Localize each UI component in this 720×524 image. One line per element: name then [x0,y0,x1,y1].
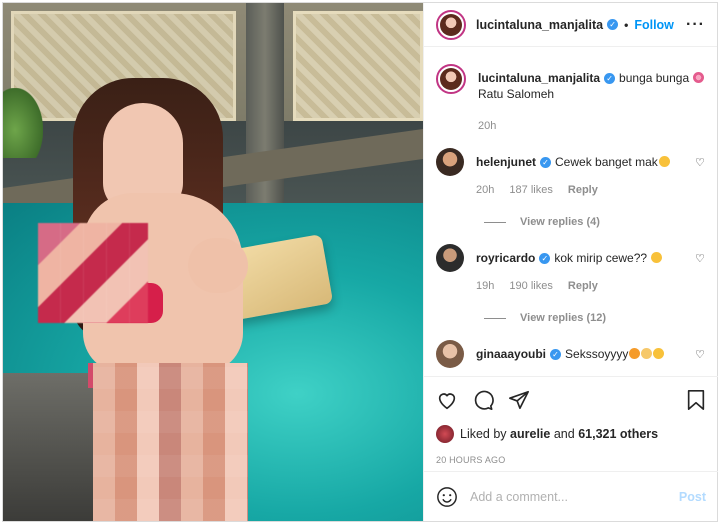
post-header: lucintaluna_manjalita ✓ • Follow ··· [424,3,717,47]
verified-badge-icon: ✓ [550,349,562,360]
like-comment-heart-icon[interactable]: ♡ [695,156,706,169]
comment-item: royricardo ✓ kok mirip cewe?? 19h 190 like… [436,244,706,294]
caption-text-line2: Ratu Salomeh [478,87,555,101]
commenter-avatar[interactable] [436,340,464,368]
comment-username[interactable]: helenjunet [476,155,536,169]
heart-eyes-emoji-icon [658,156,670,167]
caption-avatar[interactable] [436,64,466,94]
comment-input[interactable]: Add a comment... [470,490,679,504]
commenter-avatar[interactable] [436,244,464,272]
add-comment-bar: Add a comment... Post [424,471,718,521]
more-options-icon[interactable]: ··· [686,16,705,34]
pixelated-censor-bottom [93,363,248,521]
post-photo[interactable] [3,3,423,521]
instagram-post-modal: lucintaluna_manjalita ✓ • Follow ··· luc… [2,2,718,522]
pixelated-censor-top [38,223,148,323]
view-replies-button[interactable]: View replies (12) [484,312,706,324]
follow-button[interactable]: Follow [634,18,674,32]
share-paper-plane-icon[interactable] [508,389,530,411]
caption-username[interactable]: lucintaluna_manjalita [478,71,600,85]
save-bookmark-icon[interactable] [686,389,706,411]
commenter-avatar[interactable] [436,148,464,176]
caption-time: 20h [478,120,497,132]
comment-bubble-icon[interactable] [472,389,494,411]
photo-plant [3,88,43,158]
like-heart-icon[interactable] [436,389,458,411]
comment-item: ginaaayoubi ✓ Sekssoyyyy ♡ [436,340,706,368]
comment-time: 20h [476,184,495,196]
comment-likes[interactable]: 190 likes [509,280,552,292]
reply-button[interactable]: Reply [568,184,598,196]
separator-dot: • [624,17,629,32]
liker-username[interactable]: aurelie [510,427,550,441]
post-sidebar: lucintaluna_manjalita ✓ • Follow ··· luc… [423,3,718,521]
comment-text: Cewek banget mak [555,155,658,169]
comment-username[interactable]: royricardo [476,251,535,265]
liker-avatar[interactable] [436,425,454,443]
likes-and: and [553,427,575,441]
author-avatar[interactable] [436,9,466,40]
likes-summary: Liked by aurelie and 61,321 others [436,425,706,443]
photo-arm [188,238,248,293]
verified-badge-icon: ✓ [539,253,551,264]
comment-time: 19h [476,280,495,292]
verified-badge-icon: ✓ [604,73,616,84]
like-comment-heart-icon[interactable]: ♡ [695,252,706,265]
post-timestamp[interactable]: 20 HOURS AGO [436,455,706,465]
surprised-emoji-icon [651,252,663,263]
likes-count[interactable]: 61,321 others [578,427,658,441]
verified-badge-icon: ✓ [540,157,552,168]
emoji-picker-icon[interactable] [436,486,458,508]
caption-text: bunga bunga [619,71,690,85]
view-replies-button[interactable]: View replies (4) [484,216,706,228]
likes-prefix: Liked by [460,427,507,441]
comment-username[interactable]: ginaaayoubi [476,347,546,361]
author-username[interactable]: lucintaluna_manjalita [476,18,603,32]
comment-text: kok mirip cewe?? [554,251,648,265]
flower-emoji-icon [693,72,705,83]
post-actions: Liked by aurelie and 61,321 others 20 HO… [424,376,718,465]
action-icons [436,387,706,413]
post-comment-button[interactable]: Post [679,490,706,504]
comment-likes[interactable]: 187 likes [509,184,552,196]
photo-carved-panel-right [293,11,423,121]
heart-eyes-emoji-icon [653,348,665,359]
comment-text: Sekssoyyyy [565,347,629,361]
caption: lucintaluna_manjalita ✓ bunga bunga Ratu S… [436,64,706,134]
verified-badge-icon: ✓ [607,19,619,30]
reply-button[interactable]: Reply [568,280,598,292]
clap-emoji-icon [641,348,653,359]
like-comment-heart-icon[interactable]: ♡ [695,348,706,361]
comments-list[interactable]: lucintaluna_manjalita ✓ bunga bunga Ratu S… [424,48,718,376]
fire-emoji-icon [629,348,641,359]
comment-item: helenjunet ✓ Cewek banget mak 20h 187 like… [436,148,706,198]
photo-pillar [246,3,284,233]
